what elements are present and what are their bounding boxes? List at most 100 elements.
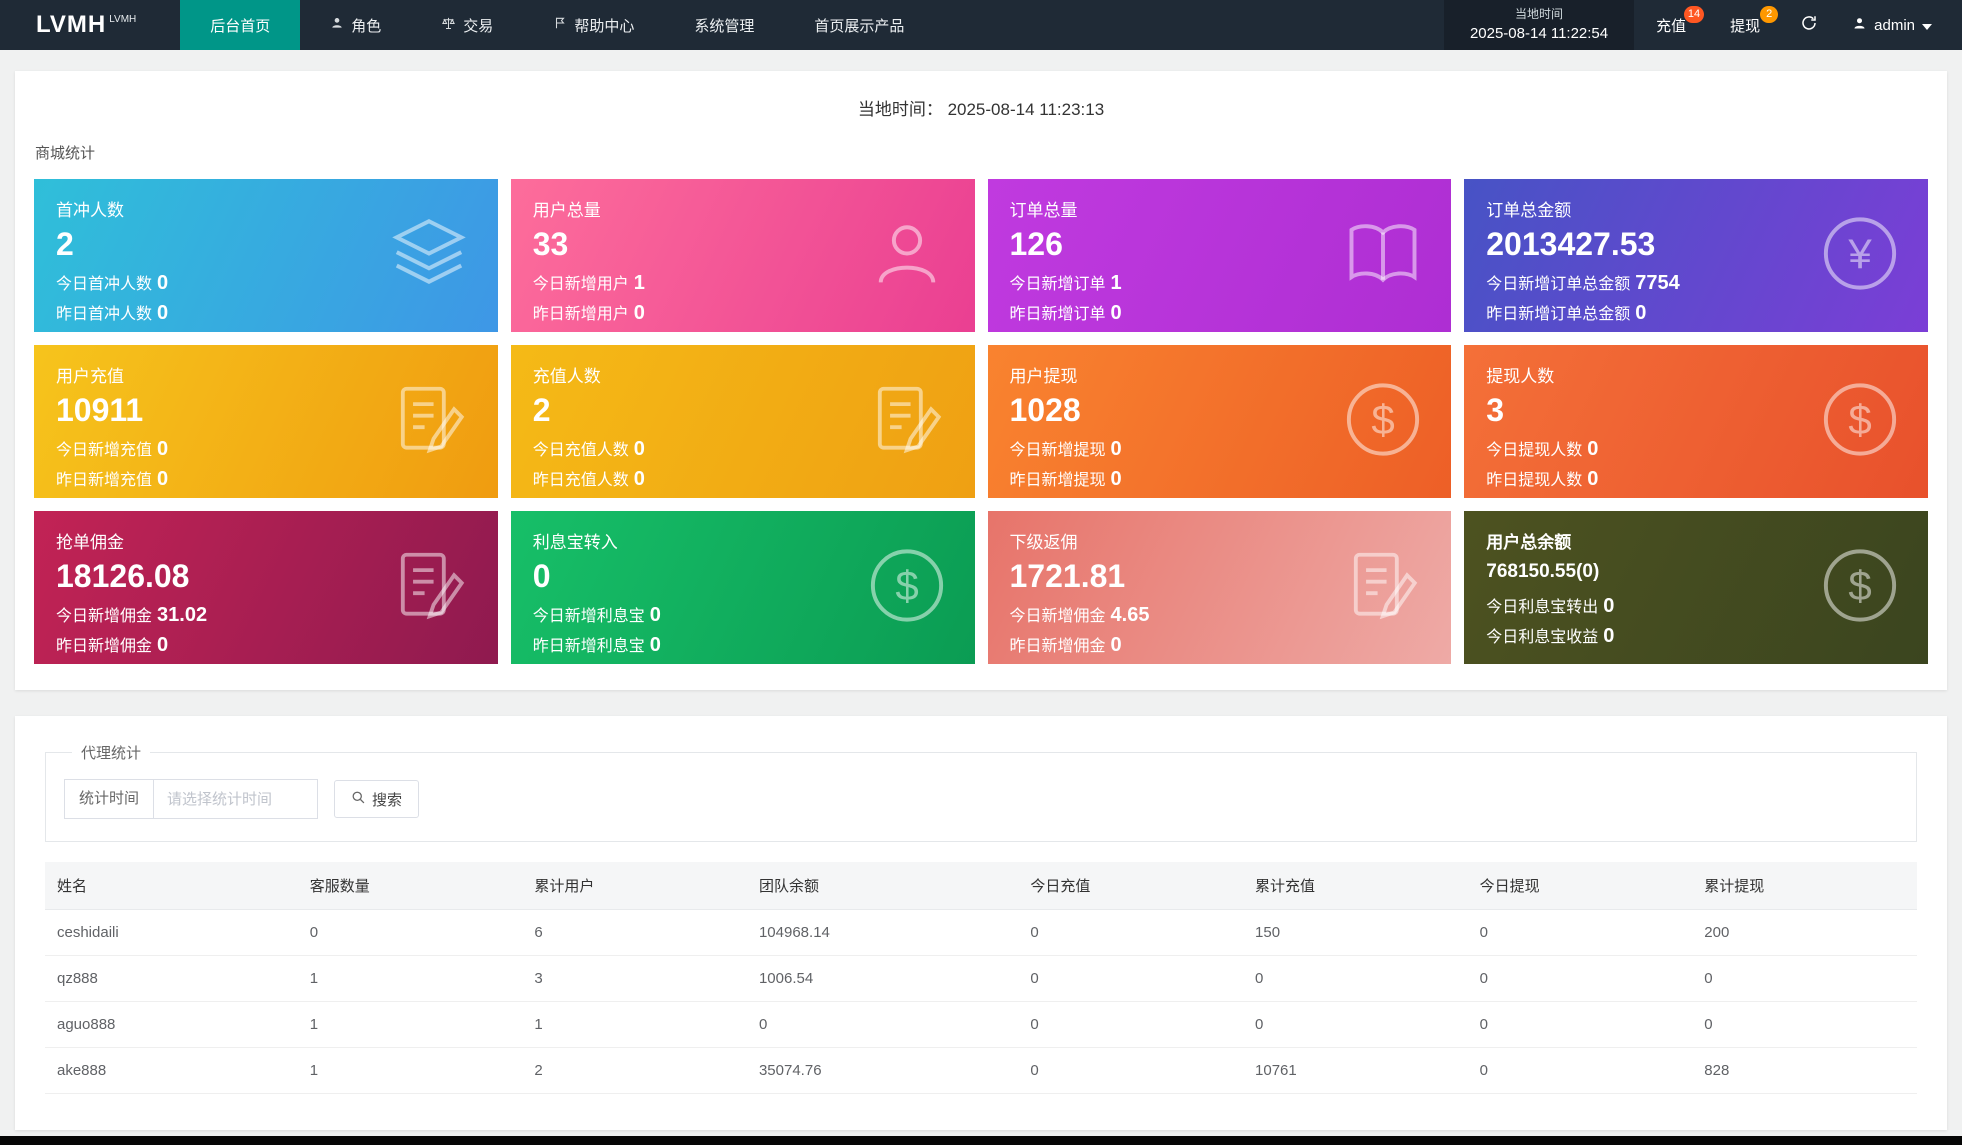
stat-card-user-recharge: 用户充值 10911 今日新增充值 0 昨日新增充值 0	[34, 345, 498, 498]
card-line-value: 0	[1603, 625, 1615, 647]
stats-panel: 当地时间： 2025-08-14 11:23:13 商城统计 首冲人数 2 今日…	[15, 71, 1947, 690]
user-icon	[330, 16, 344, 34]
stat-card-subordinate-rebate: 下级返佣 1721.81 今日新增佣金 4.65 昨日新增佣金 0	[987, 511, 1452, 664]
nav-item-dashboard[interactable]: 后台首页	[180, 0, 301, 50]
card-line-value: 0	[157, 634, 169, 656]
card-line-value: 0	[1587, 438, 1599, 460]
cell: 0	[1018, 1047, 1244, 1094]
svg-text:$: $	[1848, 395, 1871, 442]
recharge-link[interactable]: 充值 14	[1634, 0, 1708, 50]
card-line-label: 今日新增充值	[56, 442, 153, 459]
nav-item-label: 系统管理	[694, 17, 755, 35]
nav-item-roles[interactable]: 角色	[300, 0, 411, 50]
nav-item-label: 后台首页	[210, 17, 271, 35]
card-line-label: 今日新增订单总金额	[1486, 276, 1631, 293]
dollar-circle-icon: $	[1341, 377, 1425, 466]
card-line-label: 今日充值人数	[532, 442, 629, 459]
card-line-label: 今日新增用户	[532, 276, 629, 293]
cell: 828	[1692, 1047, 1917, 1094]
card-line-label: 昨日新增充值	[56, 472, 153, 489]
svg-text:$: $	[1848, 561, 1871, 608]
person-icon	[1852, 16, 1867, 35]
cell-name: aguo888	[45, 1001, 298, 1048]
nav-item-label: 交易	[463, 17, 494, 35]
svg-text:¥: ¥	[1847, 229, 1872, 276]
scales-icon	[441, 16, 456, 35]
top-navbar: LVMH LVMH 后台首页 角色 交易 帮助中心 系统管理 首页展示产品 当地…	[0, 0, 1962, 50]
col-header-total-withdraw: 累计提现	[1692, 862, 1917, 910]
nav-item-system-admin[interactable]: 系统管理	[664, 0, 784, 50]
withdraw-badge: 2	[1760, 6, 1779, 23]
card-line-value: 0	[157, 272, 169, 294]
edit-doc-icon	[390, 544, 472, 631]
nav-item-help-center[interactable]: 帮助中心	[523, 0, 664, 50]
dollar-circle-icon: $	[1818, 543, 1902, 632]
stat-cards-grid: 首冲人数 2 今日首冲人数 0 昨日首冲人数 0 用户总量 33 今日新增用户 1 昨…	[15, 175, 1947, 664]
col-header-total-users: 累计用户	[522, 862, 747, 910]
card-line-label: 今日新增提现	[1009, 442, 1106, 459]
withdraw-link[interactable]: 提现 2	[1708, 0, 1782, 50]
card-line-label: 今日新增利息宝	[532, 608, 645, 625]
card-line-label: 昨日新增订单	[1009, 306, 1106, 323]
cell: 0	[1467, 955, 1693, 1002]
edit-doc-icon	[1343, 544, 1425, 631]
card-line-value: 0	[633, 302, 645, 324]
cell: 10761	[1243, 1047, 1468, 1094]
book-icon	[1341, 211, 1425, 300]
col-header-name: 姓名	[45, 862, 298, 910]
search-button-label: 搜索	[372, 791, 403, 809]
search-button[interactable]: 搜索	[334, 780, 420, 818]
card-line-label: 昨日充值人数	[532, 472, 629, 489]
card-line-label: 昨日新增用户	[532, 306, 629, 323]
search-icon	[351, 790, 366, 809]
col-header-service-count: 客服数量	[297, 862, 523, 910]
card-line-label: 今日利息宝转出	[1486, 599, 1599, 616]
username: admin	[1874, 16, 1915, 34]
card-line-label: 今日首冲人数	[56, 276, 153, 293]
logo-text: LVMH	[36, 11, 107, 38]
cell: 0	[1692, 1001, 1917, 1048]
stat-card-order-commission: 抢单佣金 18126.08 今日新增佣金 31.02 昨日新增佣金 0	[34, 511, 498, 664]
filter-row: 统计时间 搜索	[64, 779, 1898, 819]
cell: 2	[522, 1047, 747, 1094]
cell: 200	[1692, 909, 1917, 956]
card-line-label: 昨日新增提现	[1009, 472, 1106, 489]
cell: 0	[1018, 955, 1244, 1002]
user-menu[interactable]: admin	[1836, 0, 1962, 50]
flag-icon	[553, 16, 567, 34]
card-line-value: 0	[649, 604, 661, 626]
card-line-value: 0	[157, 468, 169, 490]
nav-item-label: 帮助中心	[574, 17, 635, 35]
panel-time-label: 当地时间：	[857, 100, 943, 119]
agent-stats-legend: 代理统计	[81, 745, 142, 762]
stat-card-interest-transfer-in: 利息宝转入 0 今日新增利息宝 0 昨日新增利息宝 0 $	[510, 511, 975, 664]
card-line-value: 0	[157, 438, 169, 460]
cell: 0	[1692, 955, 1917, 1002]
card-line-value: 0	[1110, 634, 1122, 656]
nav-item-homepage-products[interactable]: 首页展示产品	[784, 0, 934, 50]
card-line-value: 0	[1587, 468, 1599, 490]
card-line-value: 31.02	[157, 604, 208, 626]
stat-card-total-users: 用户总量 33 今日新增用户 1 昨日新增用户 0	[510, 179, 975, 332]
stat-time-input[interactable]	[153, 779, 319, 819]
card-line-value: 0	[157, 302, 169, 324]
local-time-value: 2025-08-14 11:22:54	[1469, 24, 1609, 42]
card-line-value: 7754	[1635, 272, 1680, 294]
refresh-button[interactable]	[1782, 0, 1836, 50]
layers-icon	[386, 210, 472, 301]
recharge-badge: 14	[1683, 6, 1705, 23]
withdraw-label: 提现	[1730, 17, 1761, 35]
cell: 1006.54	[746, 955, 1019, 1002]
card-line-value: 0	[1110, 438, 1122, 460]
user-icon	[865, 211, 949, 300]
table-row: ceshidaili 0 6 104968.14 0 150 0 200	[45, 909, 1917, 956]
agent-stats-panel: 代理统计 统计时间 搜索 姓名 客服数量 累计用户 团队余额 今日充值 累计充值…	[15, 716, 1947, 1130]
nav-item-label: 首页展示产品	[814, 17, 905, 35]
card-line-value: 0	[633, 468, 645, 490]
nav-item-trade[interactable]: 交易	[411, 0, 523, 50]
table-header-row: 姓名 客服数量 累计用户 团队余额 今日充值 累计充值 今日提现 累计提现	[45, 862, 1917, 910]
cell: 0	[1018, 909, 1244, 956]
table-row: aguo888 1 1 0 0 0 0 0	[45, 1001, 1917, 1048]
navbar-right: 当地时间 2025-08-14 11:22:54 充值 14 提现 2 admi…	[1443, 0, 1962, 50]
yen-circle-icon: ¥	[1818, 211, 1902, 300]
